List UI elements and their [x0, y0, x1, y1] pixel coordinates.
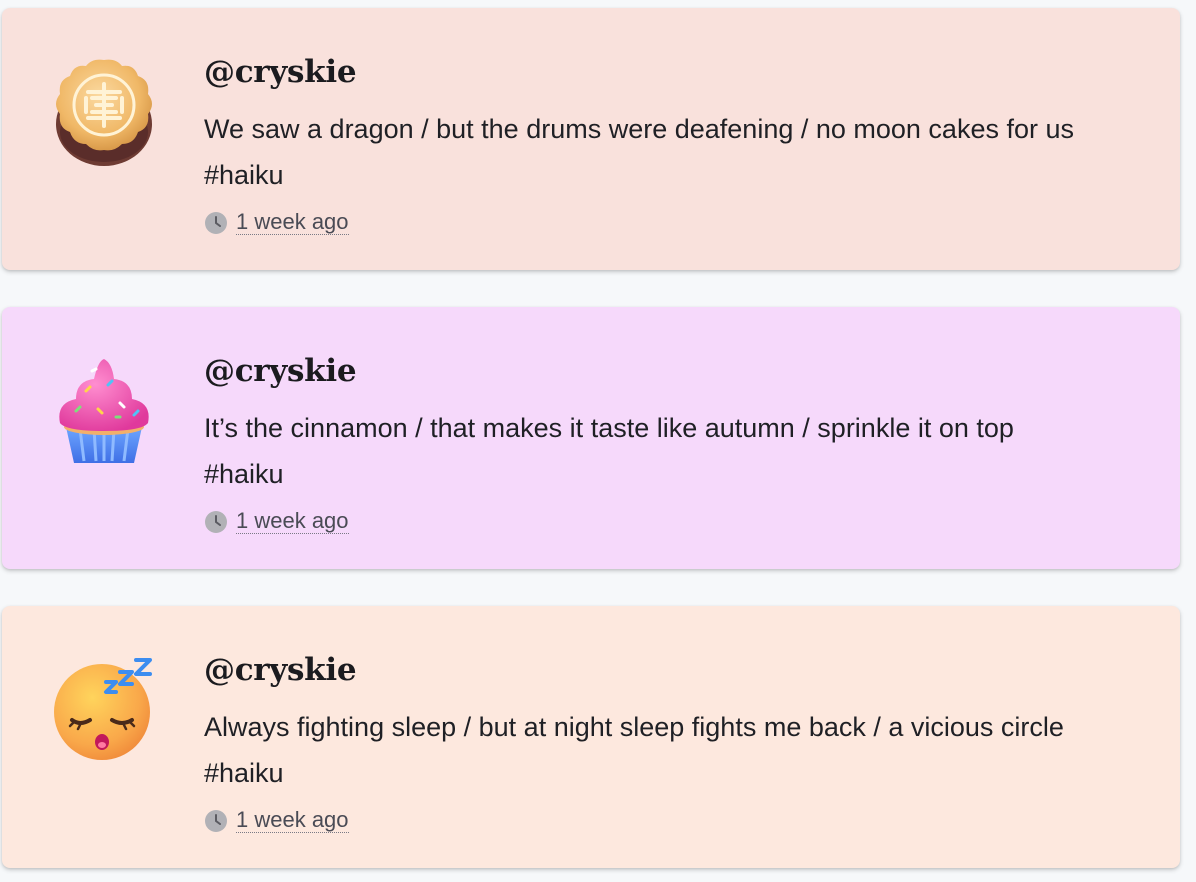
post-body: It’s the cinnamon / that makes it taste …	[204, 413, 1014, 443]
post-body: We saw a dragon / but the drums were dea…	[204, 114, 1074, 144]
post-feed: @cryskie We saw a dragon / but the drums…	[0, 0, 1196, 882]
post-card: @cryskie It’s the cinnamon / that makes …	[2, 307, 1180, 569]
hashtag-link[interactable]: #haiku	[204, 750, 1140, 796]
post-text: We saw a dragon / but the drums were dea…	[204, 106, 1140, 198]
timestamp-link[interactable]: 1 week ago	[236, 509, 349, 534]
post-content: @cryskie We saw a dragon / but the drums…	[204, 52, 1140, 235]
post-card: @cryskie Always fighting sleep / but at …	[2, 606, 1180, 868]
cupcake-icon	[46, 351, 162, 467]
clock-icon	[204, 809, 228, 833]
hashtag-link[interactable]: #haiku	[204, 451, 1140, 497]
hashtag-link[interactable]: #haiku	[204, 152, 1140, 198]
mooncake-icon	[46, 52, 162, 168]
post-meta: 1 week ago	[204, 509, 1140, 534]
post-meta: 1 week ago	[204, 808, 1140, 833]
sleeping-face-icon	[46, 650, 162, 766]
post-meta: 1 week ago	[204, 210, 1140, 235]
post-content: @cryskie It’s the cinnamon / that makes …	[204, 351, 1140, 534]
username[interactable]: @cryskie	[204, 351, 1140, 391]
username[interactable]: @cryskie	[204, 52, 1140, 92]
timestamp-link[interactable]: 1 week ago	[236, 210, 349, 235]
clock-icon	[204, 510, 228, 534]
post-text: Always fighting sleep / but at night sle…	[204, 704, 1140, 796]
post-text: It’s the cinnamon / that makes it taste …	[204, 405, 1140, 497]
post-content: @cryskie Always fighting sleep / but at …	[204, 650, 1140, 833]
post-card: @cryskie We saw a dragon / but the drums…	[2, 8, 1180, 270]
post-body: Always fighting sleep / but at night sle…	[204, 712, 1064, 742]
username[interactable]: @cryskie	[204, 650, 1140, 690]
clock-icon	[204, 211, 228, 235]
timestamp-link[interactable]: 1 week ago	[236, 808, 349, 833]
